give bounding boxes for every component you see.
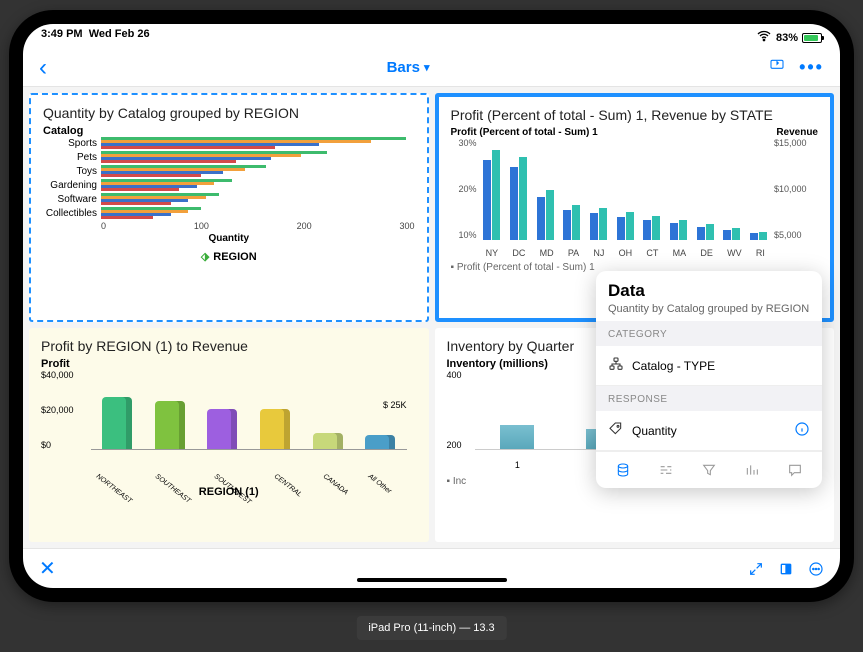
panel-quantity-by-catalog[interactable]: Quantity by Catalog grouped by REGION Ca… (29, 93, 429, 322)
panel-icon[interactable] (778, 561, 794, 577)
status-left: 3:49 PM Wed Feb 26 (41, 28, 150, 47)
present-button[interactable] (769, 57, 785, 78)
chevron-down-icon: ▾ (424, 61, 430, 74)
status-right: 83% (756, 28, 822, 47)
section-response-label: RESPONSE (596, 386, 822, 411)
more-circle-icon[interactable] (808, 561, 824, 577)
close-button[interactable]: ✕ (39, 556, 56, 581)
page-title: Bars (387, 59, 420, 76)
chart-title: Profit by REGION (1) to Revenue (41, 338, 417, 354)
screen: 3:49 PM Wed Feb 26 83% ‹ Bars ▾ ••• (23, 24, 840, 588)
vbar-chart: $40,000$20,000$0 NORTHEASTSOUTHEASTSOUTH… (41, 370, 417, 480)
chart-type-icon[interactable] (744, 462, 760, 478)
bottom-toolbar: ✕ (23, 548, 840, 588)
wifi-icon (756, 28, 772, 47)
chart-title: Quantity by Catalog grouped by REGION (43, 105, 415, 121)
popover-title: Data (608, 281, 810, 301)
popover-toolbar (596, 451, 822, 488)
options-icon[interactable] (658, 462, 674, 478)
popover-desc: Quantity by Catalog grouped by REGION (608, 303, 810, 315)
chart-subtitle: Catalog (43, 125, 415, 137)
filter-icon[interactable] (701, 462, 717, 478)
annotation: $ 25K (383, 400, 407, 410)
response-item-label: Quantity (632, 424, 677, 438)
home-indicator[interactable] (357, 578, 507, 582)
x-axis-label: Quantity (43, 233, 415, 244)
hbar-chart: SportsPetsToysGardeningSoftwareCollectib… (43, 137, 415, 219)
chart-subtitles: Profit (Percent of total - Sum) 1 Revenu… (451, 127, 819, 138)
category-item[interactable]: Catalog - TYPE (596, 346, 822, 386)
section-category-label: CATEGORY (596, 321, 822, 346)
nav-bar: ‹ Bars ▾ ••• (23, 49, 840, 87)
data-icon[interactable] (615, 462, 631, 478)
more-button[interactable]: ••• (799, 57, 824, 78)
expand-icon[interactable] (748, 561, 764, 577)
device-label: iPad Pro (11-inch) — 13.3 (356, 616, 506, 640)
region-legend-icon: ⬗ (201, 251, 209, 263)
panel-profit-by-region[interactable]: Profit by REGION (1) to Revenue Profit $… (29, 328, 429, 543)
status-bar: 3:49 PM Wed Feb 26 83% (23, 24, 840, 49)
category-item-label: Catalog - TYPE (632, 359, 715, 373)
battery-percent: 83% (776, 32, 798, 44)
vbar-chart: 30%20%10% $15,000$10,000$5,000 NYDCMDPAN… (451, 138, 819, 258)
comment-icon[interactable] (787, 462, 803, 478)
dashboard-content: Quantity by Catalog grouped by REGION Ca… (23, 87, 840, 548)
tag-icon (608, 421, 624, 440)
x-axis-ticks: 0100200300 (101, 221, 415, 231)
data-popover[interactable]: Data Quantity by Catalog grouped by REGI… (596, 271, 822, 488)
page-title-dropdown[interactable]: Bars ▾ (387, 59, 430, 76)
chart-subtitle: Profit (41, 358, 417, 370)
legend: ⬗REGION (43, 250, 415, 263)
response-item[interactable]: Quantity (596, 411, 822, 451)
back-button[interactable]: ‹ (39, 54, 47, 82)
tablet-frame: 3:49 PM Wed Feb 26 83% ‹ Bars ▾ ••• (9, 10, 854, 602)
chart-title: Profit (Percent of total - Sum) 1, Reven… (451, 107, 819, 123)
hierarchy-icon (608, 356, 624, 375)
battery-icon (802, 33, 822, 43)
info-icon[interactable] (794, 421, 810, 440)
